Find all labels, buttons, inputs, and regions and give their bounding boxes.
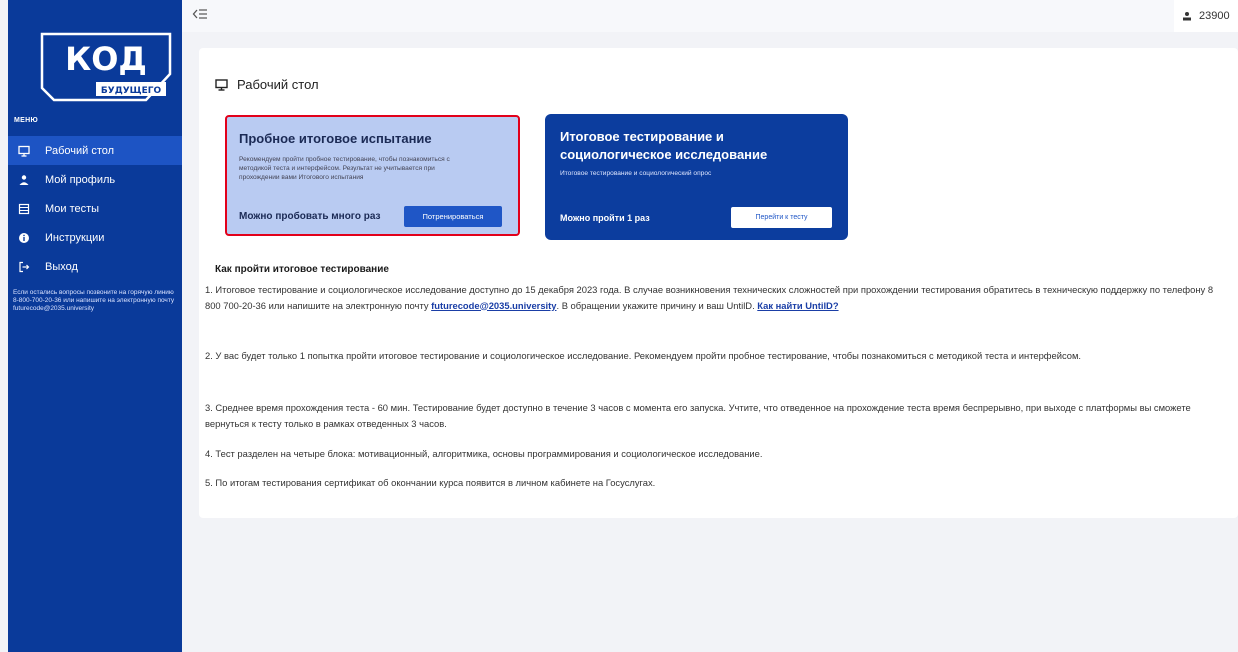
page-title-text: Рабочий стол (237, 77, 319, 92)
sidebar-item-label: Инструкции (45, 231, 105, 244)
logo-top-text: КОД (65, 40, 147, 78)
logo[interactable]: КОД БУДУЩЕГО (36, 30, 176, 104)
user-menu[interactable]: 23900 (1174, 0, 1238, 32)
menu-label: МЕНЮ (14, 117, 38, 124)
instruction-paragraph-1: 1. Итоговое тестирование и социологическ… (205, 282, 1225, 313)
card-description: Итоговое тестирование и социологический … (560, 170, 712, 177)
go-to-test-button[interactable]: Перейти к тесту (731, 207, 832, 228)
topbar: 23900 (182, 0, 1238, 32)
tests-icon (17, 202, 31, 216)
sidebar-item-tests[interactable]: Мои тесты (8, 194, 182, 223)
instruction-paragraph-4: 4. Тест разделен на четыре блока: мотива… (205, 448, 763, 459)
card-note: Можно пройти 1 раз (560, 212, 650, 223)
train-button[interactable]: Потренироваться (404, 206, 502, 227)
find-untilid-link[interactable]: Как найти UntilD? (757, 300, 838, 311)
sidebar-item-profile[interactable]: Мой профиль (8, 165, 182, 194)
monitor-icon (17, 144, 31, 158)
collapse-sidebar-icon[interactable] (192, 7, 208, 21)
main-panel: Рабочий стол Пробное итоговое испытание … (199, 48, 1238, 518)
logout-icon (17, 260, 31, 274)
paragraph-text: . В обращении укажите причину и ваш Unti… (556, 299, 758, 311)
user-icon (17, 173, 31, 187)
instructions-title: Как пройти итоговое тестирование (215, 264, 389, 275)
instruction-paragraph-3: 3. Среднее время прохождения теста - 60 … (205, 402, 1191, 429)
logo-bottom-text: БУДУЩЕГО (101, 86, 162, 96)
sidebar-item-label: Мой профиль (45, 173, 116, 186)
instruction-paragraph-2: 2. У вас будет только 1 попытка пройти и… (205, 350, 1082, 361)
monitor-icon (215, 78, 228, 91)
instruction-paragraph-5: 5. По итогам тестирования сертификат об … (205, 477, 656, 488)
info-icon (17, 231, 31, 245)
sidebar-item-label: Мои тесты (45, 202, 100, 215)
card-description: Рекомендуем пройти пробное тестирование,… (239, 156, 450, 181)
sidebar-item-label: Выход (45, 260, 78, 273)
card-title: Пробное итоговое испытание (239, 131, 432, 146)
page-title: Рабочий стол (215, 77, 319, 92)
sidebar-item-instructions[interactable]: Инструкции (8, 223, 182, 252)
support-note: Если остались вопросы позвоните на горяч… (13, 289, 175, 312)
sidebar-item-desktop[interactable]: Рабочий стол (8, 136, 182, 165)
card-title: Итоговое тестирование и социологическое … (560, 129, 768, 162)
sidebar: КОД БУДУЩЕГО МЕНЮ Рабочий стол Мой профи… (8, 0, 182, 652)
trial-test-card: Пробное итоговое испытание Рекомендуем п… (225, 115, 520, 236)
kod-logo-icon: КОД БУДУЩЕГО (40, 32, 172, 102)
support-email-link[interactable]: futurecode@2035.university (431, 300, 556, 311)
sidebar-item-label: Рабочий стол (45, 144, 115, 157)
user-icon (1183, 12, 1191, 21)
card-note: Можно пробовать много раз (239, 211, 381, 222)
user-id: 23900 (1199, 10, 1230, 22)
sidebar-nav: Рабочий стол Мой профиль Мои тесты Инстр… (8, 136, 182, 281)
final-test-card: Итоговое тестирование и социологическое … (545, 114, 848, 240)
sidebar-item-logout[interactable]: Выход (8, 252, 182, 281)
